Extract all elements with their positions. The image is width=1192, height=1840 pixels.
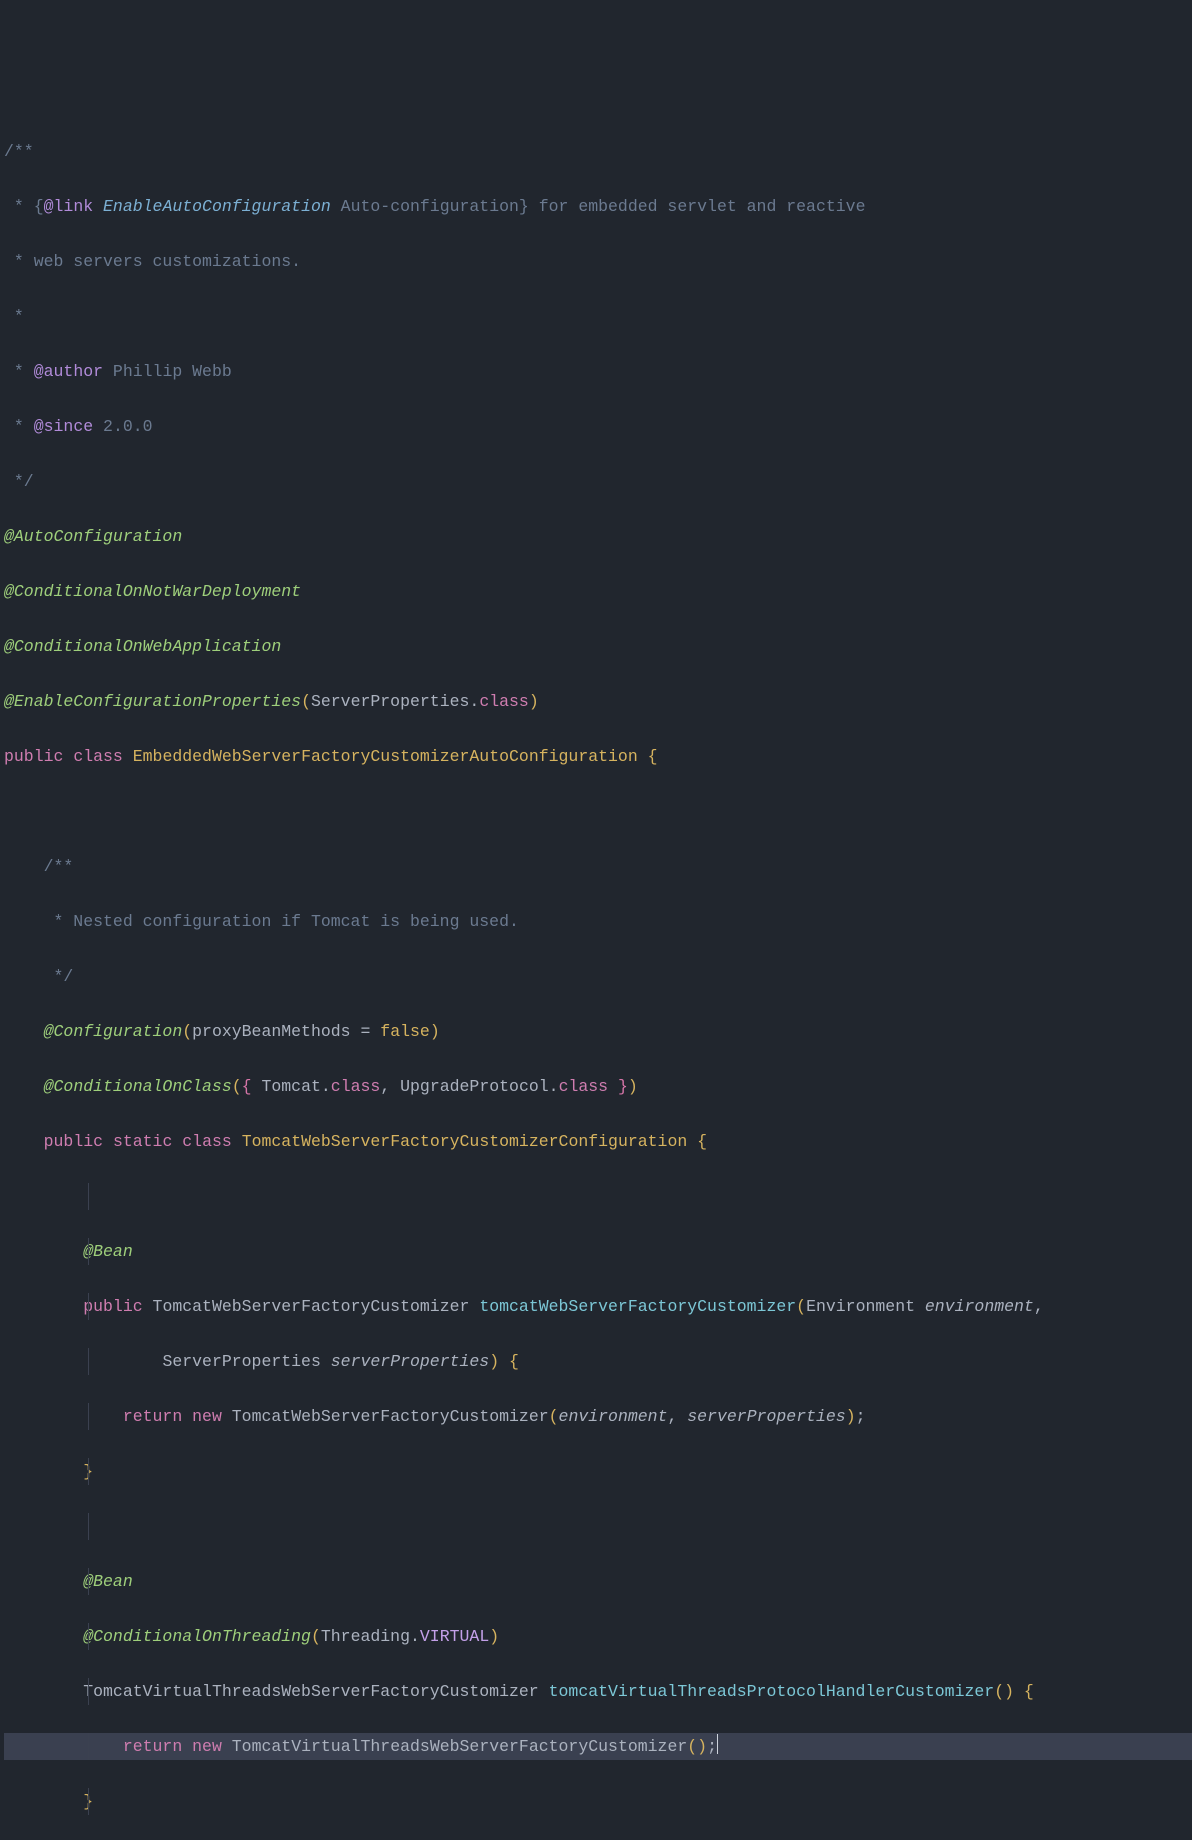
indent-guide — [88, 1733, 89, 1761]
author-name: Phillip Webb — [103, 362, 232, 381]
annotation-bean: @Bean — [83, 1572, 133, 1591]
code-line[interactable]: return new TomcatWebServerFactoryCustomi… — [4, 1403, 1192, 1431]
method-name[interactable]: tomcatWebServerFactoryCustomizer — [479, 1297, 796, 1316]
code-line[interactable]: @AutoConfiguration — [4, 523, 1192, 551]
type-ref[interactable]: Threading — [321, 1627, 410, 1646]
keyword-return: return — [123, 1407, 182, 1426]
indent-guide — [88, 1788, 89, 1816]
code-line[interactable]: * @author Phillip Webb — [4, 358, 1192, 386]
annotation-enable-properties: @EnableConfigurationProperties — [4, 692, 301, 711]
since-version: 2.0.0 — [93, 417, 152, 436]
type-ref[interactable]: Environment — [806, 1297, 915, 1316]
type-ref[interactable]: UpgradeProtocol — [400, 1077, 549, 1096]
annotation-autoconfiguration: @AutoConfiguration — [4, 527, 182, 546]
indent-guide — [88, 1513, 89, 1541]
annotation-conditional-webapp: @ConditionalOnWebApplication — [4, 637, 281, 656]
code-line[interactable] — [4, 798, 1192, 826]
indent-guide — [88, 1678, 89, 1706]
code-line[interactable] — [4, 1183, 1192, 1211]
javadoc-author-tag: @author — [34, 362, 103, 381]
code-line[interactable]: public TomcatWebServerFactoryCustomizer … — [4, 1293, 1192, 1321]
type-ref[interactable]: ServerProperties — [311, 692, 469, 711]
enum-constant: VIRTUAL — [420, 1627, 489, 1646]
keyword-new: new — [192, 1407, 222, 1426]
code-line[interactable]: @Configuration(proxyBeanMethods = false) — [4, 1018, 1192, 1046]
indent-guide — [88, 1458, 89, 1486]
attr-proxybeanmethods: proxyBeanMethods — [192, 1022, 350, 1041]
indent-guide — [88, 1568, 89, 1596]
code-line[interactable]: } — [4, 1788, 1192, 1816]
code-line[interactable]: @ConditionalOnClass({ Tomcat.class, Upgr… — [4, 1073, 1192, 1101]
type-ref[interactable]: ServerProperties — [162, 1352, 320, 1371]
javadoc-close: */ — [4, 472, 34, 491]
method-name[interactable]: tomcatVirtualThreadsProtocolHandlerCusto… — [549, 1682, 995, 1701]
keyword-new: new — [192, 1737, 222, 1756]
code-editor[interactable]: /** * {@link EnableAutoConfiguration Aut… — [0, 110, 1192, 1840]
code-line-active[interactable]: return new TomcatVirtualThreadsWebServer… — [4, 1733, 1192, 1761]
code-line[interactable]: public class EmbeddedWebServerFactoryCus… — [4, 743, 1192, 771]
indent-guide — [88, 1238, 89, 1266]
code-line[interactable]: TomcatVirtualThreadsWebServerFactoryCust… — [4, 1678, 1192, 1706]
annotation-conditional-threading: @ConditionalOnThreading — [83, 1627, 311, 1646]
indent-guide — [88, 1623, 89, 1651]
code-line[interactable]: @Bean — [4, 1238, 1192, 1266]
code-line[interactable]: * Nested configuration if Tomcat is bein… — [4, 908, 1192, 936]
code-line[interactable]: @Bean — [4, 1568, 1192, 1596]
code-line[interactable]: /** — [4, 853, 1192, 881]
keyword-class: class — [73, 747, 123, 766]
keyword-static: static — [113, 1132, 172, 1151]
type-ref[interactable]: TomcatVirtualThreadsWebServerFactoryCust… — [83, 1682, 538, 1701]
code-line[interactable]: @ConditionalOnThreading(Threading.VIRTUA… — [4, 1623, 1192, 1651]
type-ref[interactable]: TomcatWebServerFactoryCustomizer — [153, 1297, 470, 1316]
parameter-name: environment — [925, 1297, 1034, 1316]
code-line[interactable]: public static class TomcatWebServerFacto… — [4, 1128, 1192, 1156]
indent-guide — [88, 1403, 89, 1431]
code-line[interactable]: /** — [4, 138, 1192, 166]
indent-guide — [88, 1348, 89, 1376]
code-line[interactable]: @EnableConfigurationProperties(ServerPro… — [4, 688, 1192, 716]
javadoc-open: /** — [4, 857, 73, 876]
javadoc-link-target[interactable]: EnableAutoConfiguration — [103, 197, 331, 216]
code-line[interactable]: @ConditionalOnWebApplication — [4, 633, 1192, 661]
parameter-name: serverProperties — [331, 1352, 489, 1371]
text-cursor — [717, 1734, 718, 1754]
annotation-bean: @Bean — [83, 1242, 133, 1261]
code-line[interactable]: } — [4, 1458, 1192, 1486]
code-line[interactable]: ServerProperties serverProperties) { — [4, 1348, 1192, 1376]
boolean-false: false — [380, 1022, 430, 1041]
code-line[interactable] — [4, 1513, 1192, 1541]
code-line[interactable]: * @since 2.0.0 — [4, 413, 1192, 441]
keyword-return: return — [123, 1737, 182, 1756]
code-line[interactable]: * web servers customizations. — [4, 248, 1192, 276]
code-line[interactable]: */ — [4, 963, 1192, 991]
annotation-conditional-notwar: @ConditionalOnNotWarDeployment — [4, 582, 301, 601]
javadoc-close: */ — [4, 967, 73, 986]
type-ref[interactable]: TomcatVirtualThreadsWebServerFactoryCust… — [232, 1737, 687, 1756]
code-line[interactable]: * {@link EnableAutoConfiguration Auto-co… — [4, 193, 1192, 221]
javadoc-since-tag: @since — [34, 417, 93, 436]
type-ref[interactable]: Tomcat — [261, 1077, 320, 1096]
code-line[interactable]: * — [4, 303, 1192, 331]
javadoc-open: /** — [4, 142, 34, 161]
keyword-public: public — [4, 747, 63, 766]
type-ref[interactable]: TomcatWebServerFactoryCustomizer — [232, 1407, 549, 1426]
indent-guide — [88, 1293, 89, 1321]
annotation-conditional-class: @ConditionalOnClass — [44, 1077, 232, 1096]
code-line[interactable]: */ — [4, 468, 1192, 496]
javadoc-link-tag: @link — [44, 197, 94, 216]
class-name-inner[interactable]: TomcatWebServerFactoryCustomizerConfigur… — [242, 1132, 688, 1151]
code-line[interactable]: @ConditionalOnNotWarDeployment — [4, 578, 1192, 606]
class-name-main[interactable]: EmbeddedWebServerFactoryCustomizerAutoCo… — [133, 747, 638, 766]
annotation-configuration: @Configuration — [44, 1022, 183, 1041]
indent-guide — [88, 1183, 89, 1211]
